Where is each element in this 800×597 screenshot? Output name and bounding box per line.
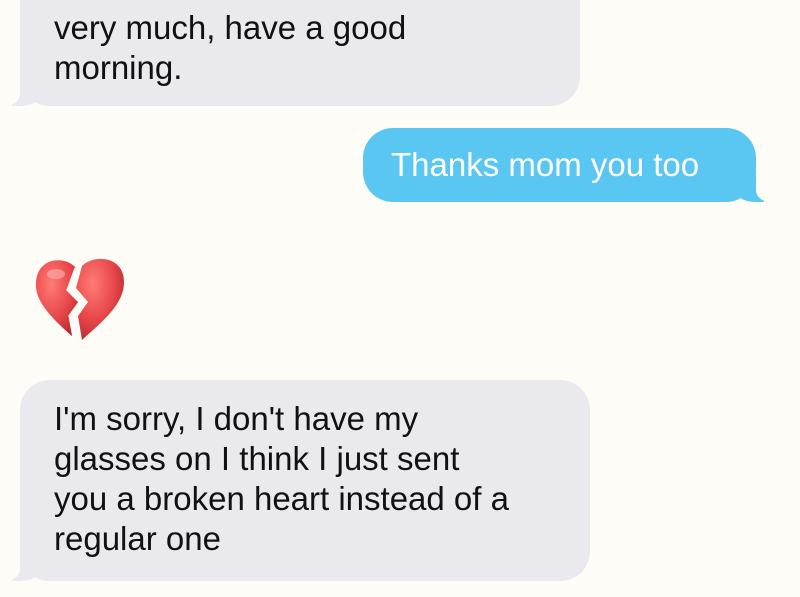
received-message-bubble[interactable]: very much, have a good morning. [0, 0, 580, 106]
received-message-bubble[interactable]: I'm sorry, I don't have my glasses on I … [0, 380, 590, 581]
sent-message-bubble[interactable]: Thanks mom you too [363, 128, 776, 202]
message-text: Thanks mom you too [391, 145, 756, 185]
bubble-tail [0, 551, 42, 581]
message-line: very much, have a good [54, 9, 407, 46]
message-line: you a broken heart instead of a [54, 480, 509, 517]
message-text: I'm sorry, I don't have my glasses on I … [54, 399, 570, 559]
broken-heart-svg [35, 258, 124, 340]
message-text: very much, have a good morning. [54, 8, 550, 88]
message-line: regular one [54, 520, 221, 557]
message-line: I'm sorry, I don't have my [54, 400, 419, 437]
bubble-tail [0, 76, 42, 106]
message-line: morning. [54, 49, 183, 86]
message-line: Thanks mom you too [391, 146, 700, 183]
message-thread: very much, have a good morning. Thanks m… [0, 0, 800, 597]
message-line: glasses on I think I just sent [54, 440, 460, 477]
broken-heart-icon[interactable] [30, 254, 130, 344]
